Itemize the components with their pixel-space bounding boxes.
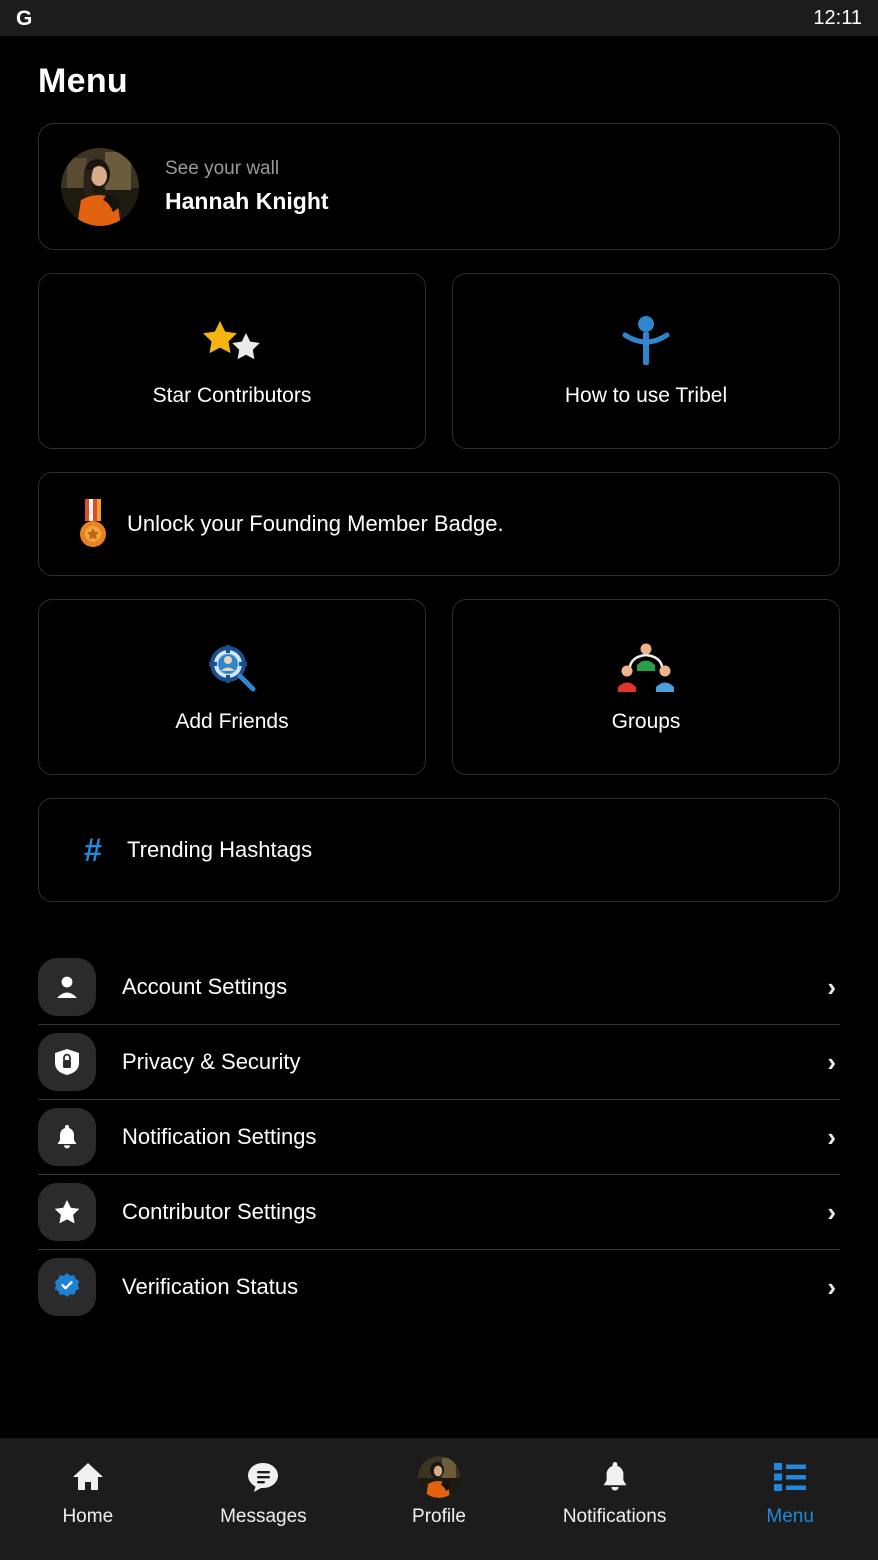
setting-row-account-settings[interactable]: Account Settings › bbox=[38, 950, 840, 1024]
banner-founding-member-badge[interactable]: Unlock your Founding Member Badge. bbox=[38, 472, 840, 576]
setting-label: Notification Settings bbox=[122, 1124, 317, 1149]
medal-icon bbox=[73, 498, 113, 550]
verified-badge-icon bbox=[38, 1258, 96, 1316]
bell-icon bbox=[598, 1456, 632, 1498]
nav-item-menu[interactable]: Menu bbox=[702, 1456, 878, 1528]
nav-label: Messages bbox=[220, 1506, 307, 1527]
banner-label: Trending Hashtags bbox=[127, 837, 313, 862]
nav-item-home[interactable]: Home bbox=[0, 1456, 176, 1528]
menu-scroll-area: See your wall Hannah Knight Star Contrib… bbox=[0, 123, 878, 1324]
status-bar: G 12:11 bbox=[0, 0, 878, 36]
nav-item-profile[interactable]: Profile bbox=[351, 1456, 527, 1528]
chevron-right-icon[interactable]: › bbox=[827, 972, 836, 1003]
profile-subtitle: See your wall bbox=[165, 158, 280, 179]
settings-list: Account Settings › Privacy & Security › bbox=[38, 950, 840, 1324]
nav-label: Menu bbox=[766, 1506, 814, 1527]
menu-screen: G 12:11 Menu See your wall Hannah Knight… bbox=[0, 0, 878, 1560]
nav-avatar-wrap bbox=[417, 1456, 460, 1498]
profile-card[interactable]: See your wall Hannah Knight bbox=[38, 123, 840, 250]
setting-label: Privacy & Security bbox=[122, 1049, 301, 1074]
chat-bubble-icon bbox=[245, 1456, 281, 1498]
person-search-icon bbox=[205, 640, 259, 696]
home-icon bbox=[70, 1456, 106, 1498]
card-add-friends[interactable]: Add Friends bbox=[38, 599, 426, 775]
card-label: Add Friends bbox=[175, 710, 289, 733]
setting-label: Verification Status bbox=[122, 1274, 299, 1299]
card-label: Groups bbox=[611, 710, 681, 733]
chevron-right-icon[interactable]: › bbox=[827, 1122, 836, 1153]
people-group-icon bbox=[618, 640, 674, 696]
star-icon bbox=[38, 1183, 96, 1241]
list-menu-icon bbox=[773, 1456, 807, 1498]
nav-item-notifications[interactable]: Notifications bbox=[527, 1456, 703, 1528]
hashtag-icon: # bbox=[84, 832, 102, 868]
setting-row-verification-status[interactable]: Verification Status › bbox=[38, 1250, 840, 1324]
bottom-navigation-bar: Home Messages Profile Notifications Menu bbox=[0, 1438, 878, 1560]
profile-name: Hannah Knight bbox=[165, 188, 329, 214]
status-time: 12:11 bbox=[813, 6, 862, 29]
card-label: How to use Tribel bbox=[564, 384, 728, 407]
setting-row-notification-settings[interactable]: Notification Settings › bbox=[38, 1100, 840, 1174]
setting-row-privacy-security[interactable]: Privacy & Security › bbox=[38, 1025, 840, 1099]
setting-label: Contributor Settings bbox=[122, 1199, 317, 1224]
person-arms-out-icon bbox=[619, 314, 673, 370]
card-groups[interactable]: Groups bbox=[452, 599, 840, 775]
bell-icon bbox=[38, 1108, 96, 1166]
user-avatar bbox=[417, 1456, 460, 1498]
chevron-right-icon[interactable]: › bbox=[827, 1197, 836, 1228]
page-title: Menu bbox=[38, 62, 128, 100]
nav-label: Profile bbox=[412, 1506, 466, 1527]
chevron-right-icon[interactable]: › bbox=[827, 1047, 836, 1078]
feature-card-row-1: Star Contributors How to use Tribel bbox=[38, 273, 840, 449]
card-label: Star Contributors bbox=[152, 384, 312, 407]
banner-label: Unlock your Founding Member Badge. bbox=[127, 511, 504, 536]
nav-label: Notifications bbox=[562, 1506, 667, 1527]
two-stars-icon bbox=[201, 314, 263, 370]
nav-label: Home bbox=[62, 1506, 114, 1527]
card-how-to-use-tribel[interactable]: How to use Tribel bbox=[452, 273, 840, 449]
chevron-right-icon[interactable]: › bbox=[827, 1272, 836, 1303]
person-icon bbox=[38, 958, 96, 1016]
avatar bbox=[61, 147, 139, 226]
profile-text: See your wall Hannah Knight bbox=[165, 158, 329, 215]
feature-card-row-2: Add Friends Groups bbox=[38, 599, 840, 775]
setting-row-contributor-settings[interactable]: Contributor Settings › bbox=[38, 1175, 840, 1249]
google-g-icon: G bbox=[16, 6, 32, 30]
nav-item-messages[interactable]: Messages bbox=[176, 1456, 352, 1528]
card-star-contributors[interactable]: Star Contributors bbox=[38, 273, 426, 449]
shield-lock-icon bbox=[38, 1033, 96, 1091]
setting-label: Account Settings bbox=[122, 974, 288, 999]
banner-trending-hashtags[interactable]: # Trending Hashtags bbox=[38, 798, 840, 902]
